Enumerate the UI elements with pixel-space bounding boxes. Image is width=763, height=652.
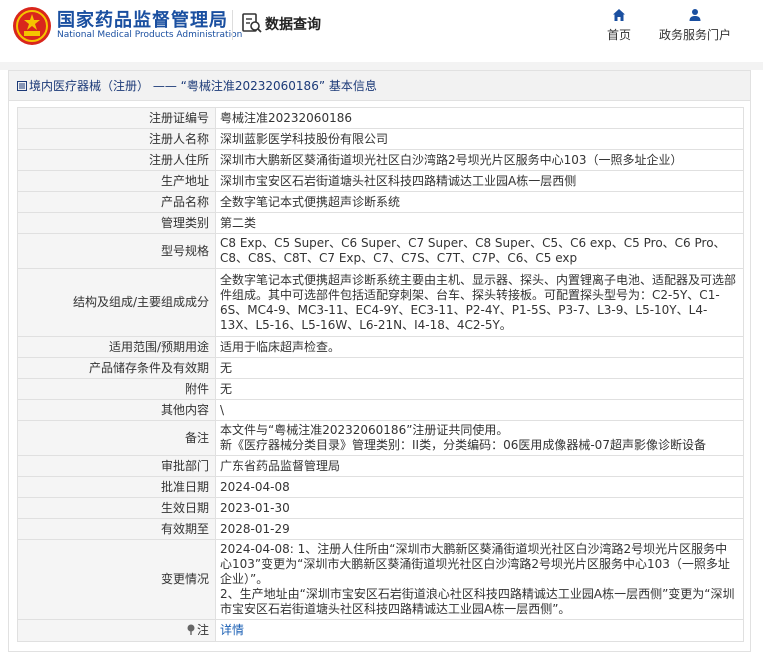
- field-value: 无: [215, 357, 744, 379]
- field-label: 结构及组成/主要组成成分: [17, 268, 216, 337]
- brand-name-en[interactable]: National Medical Products Administration: [57, 30, 242, 40]
- field-label: 批准日期: [17, 476, 216, 498]
- national-emblem-logo[interactable]: [12, 6, 52, 46]
- table-row: 有效期至 2028-01-29: [17, 518, 744, 540]
- field-label: 其他内容: [17, 399, 216, 421]
- home-icon: [613, 9, 625, 21]
- table-row: 型号规格 C8 Exp、C5 Super、C6 Super、C7 Super、C8…: [17, 233, 744, 269]
- nav-gov-label: 政务服务门户: [658, 28, 731, 42]
- field-value: 粤械注准20232060186: [215, 107, 744, 129]
- nav-home-label: 首页: [606, 28, 631, 42]
- search-data-icon[interactable]: [242, 12, 262, 34]
- field-label: 产品名称: [17, 191, 216, 213]
- table-row: 注册证编号 粤械注准20232060186: [17, 107, 744, 129]
- field-value: 全数字笔记本式便携超声诊断系统主要由主机、显示器、探头、内置锂离子电池、适配器及…: [215, 268, 744, 337]
- site-header: 国家药品监督管理局 National Medical Products Admi…: [0, 0, 763, 62]
- nav-gov-portal[interactable]: 政务服务门户: [655, 8, 735, 43]
- field-value: 无: [215, 378, 744, 400]
- user-icon: [689, 9, 701, 21]
- table-row: 附件无: [17, 378, 744, 400]
- note-value-cell: 详情: [215, 619, 744, 642]
- header-divider: [232, 10, 233, 40]
- table-row: 产品名称 全数字笔记本式便携超声诊断系统: [17, 191, 744, 213]
- field-value: 全数字笔记本式便携超声诊断系统: [215, 191, 744, 213]
- field-value: 2024-04-08: [215, 476, 744, 498]
- field-value: 2024-04-08: 1、注册人住所由“深圳市大鹏新区葵涌街道坝光社区白沙湾路…: [215, 539, 744, 620]
- field-label: 注册人住所: [17, 149, 216, 171]
- detail-panel: 境内医疗器械（注册） —— “粤械注准20232060186” 基本信息 注册证…: [8, 70, 751, 652]
- table-row: 生产地址 深圳市宝安区石岩街道塘头社区科技四路精诚达工业园A栋一层西侧: [17, 170, 744, 192]
- panel-title-text: 境内医疗器械（注册） —— “粤械注准20232060186” 基本信息: [29, 79, 377, 93]
- search-data-link[interactable]: 数据查询: [265, 14, 321, 34]
- table-row: 生效日期 2023-01-30: [17, 497, 744, 519]
- field-label: 产品储存条件及有效期: [17, 357, 216, 379]
- field-value: 本文件与“粤械注准20232060186”注册证共同使用。 新《医疗器械分类目录…: [215, 420, 744, 456]
- field-label: 生效日期: [17, 497, 216, 519]
- header-separator: [0, 62, 763, 70]
- field-label: 审批部门: [17, 455, 216, 477]
- field-label: 有效期至: [17, 518, 216, 540]
- field-label: 生产地址: [17, 170, 216, 192]
- field-label: 注册人名称: [17, 128, 216, 150]
- field-label: 型号规格: [17, 233, 216, 269]
- field-label: 附件: [17, 378, 216, 400]
- table-row: 结构及组成/主要组成成分 全数字笔记本式便携超声诊断系统主要由主机、显示器、探头、…: [17, 268, 744, 337]
- pin-icon: [187, 624, 195, 635]
- field-value: \: [215, 399, 744, 421]
- table-row: 变更情况 2024-04-08: 1、注册人住所由“深圳市大鹏新区葵涌街道坝光社区…: [17, 539, 744, 620]
- table-row: 其他内容 \: [17, 399, 744, 421]
- field-value: 深圳蓝影医学科技股份有限公司: [215, 128, 744, 150]
- panel-title: 境内医疗器械（注册） —— “粤械注准20232060186” 基本信息: [9, 71, 750, 101]
- detail-table: 注册证编号 粤械注准20232060186 注册人名称 深圳蓝影医学科技股份有限公司注…: [17, 107, 744, 642]
- field-label: 备注: [17, 420, 216, 456]
- field-value: 2023-01-30: [215, 497, 744, 519]
- field-value: 深圳市宝安区石岩街道塘头社区科技四路精诚达工业园A栋一层西侧: [215, 170, 744, 192]
- table-row: 管理类别 第二类: [17, 212, 744, 234]
- detail-link[interactable]: 详情: [220, 623, 244, 637]
- field-label: 管理类别: [17, 212, 216, 234]
- brand-name-cn[interactable]: 国家药品监督管理局: [57, 6, 228, 32]
- field-value: 适用于临床超声检查。: [215, 336, 744, 358]
- table-row: 批准日期 2024-04-08: [17, 476, 744, 498]
- field-label: 适用范围/预期用途: [17, 336, 216, 358]
- note-row: 注详情: [17, 619, 744, 642]
- field-value: 深圳市大鹏新区葵涌街道坝光社区白沙湾路2号坝光片区服务中心103（一照多址企业）: [215, 149, 744, 171]
- field-label: 变更情况: [17, 539, 216, 620]
- note-label-cell: 注: [17, 619, 216, 642]
- table-row: 适用范围/预期用途 适用于临床超声检查。: [17, 336, 744, 358]
- table-row: 注册人住所 深圳市大鹏新区葵涌街道坝光社区白沙湾路2号坝光片区服务中心103（一照…: [17, 149, 744, 171]
- table-row: 产品储存条件及有效期无: [17, 357, 744, 379]
- list-icon: [17, 81, 27, 91]
- table-row: 注册人名称 深圳蓝影医学科技股份有限公司: [17, 128, 744, 150]
- note-label: 注: [196, 623, 209, 637]
- nav-home[interactable]: 首页: [604, 8, 634, 43]
- table-row: 审批部门 广东省药品监督管理局: [17, 455, 744, 477]
- field-label: 注册证编号: [17, 107, 216, 129]
- field-value: 广东省药品监督管理局: [215, 455, 744, 477]
- field-value: C8 Exp、C5 Super、C6 Super、C7 Super、C8 Sup…: [215, 233, 744, 269]
- field-value: 第二类: [215, 212, 744, 234]
- table-row: 备注 本文件与“粤械注准20232060186”注册证共同使用。 新《医疗器械分类…: [17, 420, 744, 456]
- field-value: 2028-01-29: [215, 518, 744, 540]
